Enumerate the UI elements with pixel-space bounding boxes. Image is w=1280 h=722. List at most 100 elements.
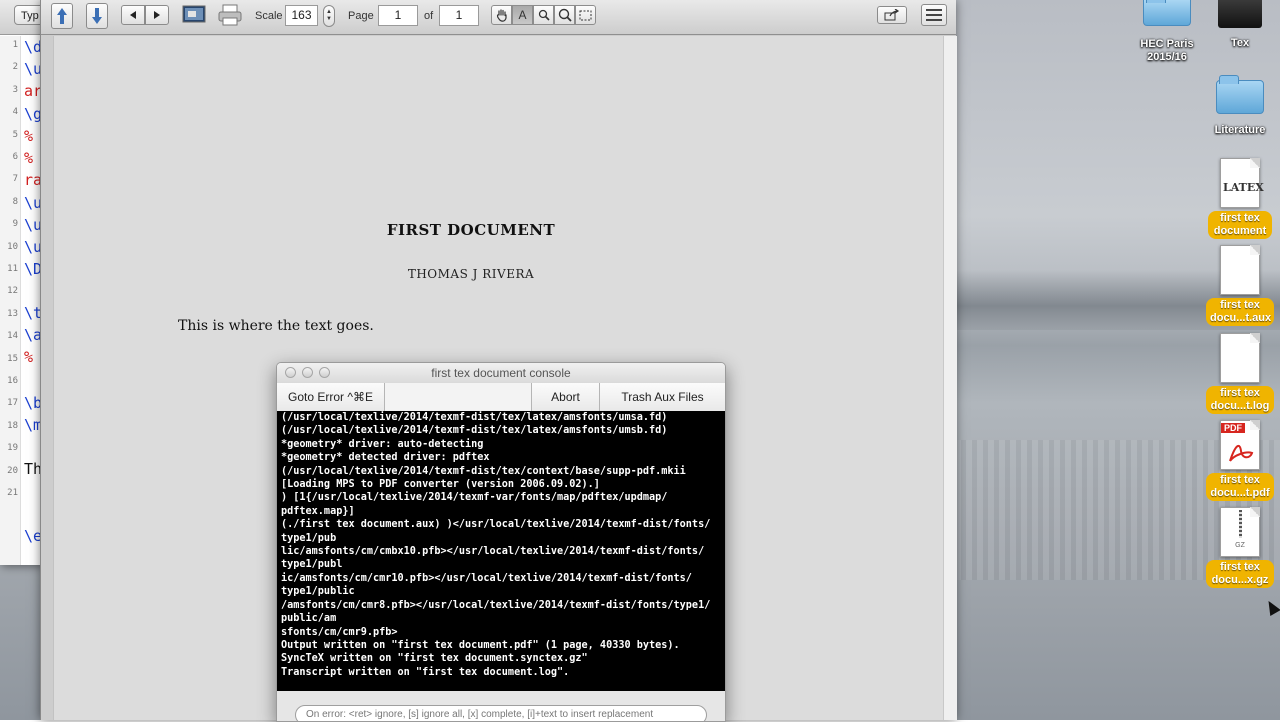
desktop-file-tex[interactable]: LATEX first tex document: [1206, 158, 1274, 239]
desktop-folder-literature[interactable]: Literature: [1208, 75, 1272, 137]
console-input-bar: On error: <ret> ignore, [s] ignore all, …: [277, 691, 725, 721]
editor-toolbar: Typ: [0, 0, 44, 35]
line-number: 19: [7, 443, 18, 454]
code-line: %: [24, 127, 34, 145]
goto-error-button[interactable]: Goto Error ^⌘E: [277, 383, 385, 411]
triangle-left-icon: [130, 11, 136, 19]
code-line: %: [24, 348, 34, 366]
hand-icon: [496, 8, 507, 22]
pdf-acrobat-icon: [1229, 444, 1254, 462]
next-error-button[interactable]: [86, 3, 108, 29]
code-line: %: [24, 149, 34, 167]
console-titlebar[interactable]: first tex document console: [277, 363, 725, 384]
console-log-line: (/usr/local/texlive/2014/texmf-dist/tex/…: [281, 412, 668, 423]
scale-stepper[interactable]: ▲ ▼: [323, 5, 335, 27]
console-log-line: SyncTeX written on "first tex document.s…: [281, 653, 588, 665]
blank-file-icon: [1220, 245, 1260, 295]
list-icon: [926, 9, 942, 21]
zoom-tool-button[interactable]: [554, 5, 575, 25]
line-number: 2: [12, 62, 18, 73]
chevron-up-icon: ▲: [326, 9, 332, 15]
trash-aux-files-button[interactable]: Trash Aux Files: [600, 383, 725, 411]
desktop-file-log-label: first tex docu...t.log: [1206, 386, 1274, 414]
console-input[interactable]: On error: <ret> ignore, [s] ignore all, …: [295, 705, 707, 721]
console-log-line: ) [1{/usr/local/texlive/2014/texmf-var/f…: [281, 492, 668, 504]
page-total-field: 1: [439, 5, 479, 26]
console-log-line: (/usr/local/texlive/2014/texmf-dist/tex/…: [281, 425, 668, 437]
line-number: 20: [7, 465, 18, 476]
scale-label: Scale: [255, 10, 283, 22]
console-log[interactable]: (/usr/local/texlive/2014/texmf-dist/tex/…: [277, 411, 725, 691]
code-line: \e: [24, 527, 40, 545]
line-number: 21: [7, 488, 18, 498]
line-number: 7: [12, 174, 18, 185]
chevron-down-icon: ▼: [326, 16, 332, 22]
console-log-line: *geometry* driver: auto-detecting: [281, 438, 484, 450]
dashed-rectangle-icon: [579, 10, 592, 20]
abort-button[interactable]: Abort: [532, 383, 600, 411]
document-author: THOMAS J RIVERA: [407, 267, 535, 281]
triangle-right-icon: [154, 11, 160, 19]
desktop-folder-hec-label: HEC Paris 2015/16: [1140, 38, 1194, 63]
zipper-icon: [1239, 510, 1242, 538]
page-label: Page: [348, 10, 374, 22]
pdf-file-icon: PDF: [1220, 420, 1260, 470]
console-log-line: type1/pub: [281, 532, 337, 544]
desktop-file-gz[interactable]: GZ first tex docu...x.gz: [1204, 507, 1276, 588]
desktop-file-aux[interactable]: first tex docu...t.aux: [1204, 245, 1276, 326]
previous-error-button[interactable]: [51, 3, 73, 29]
console-log-line: [Loading MPS to PDF converter (version 2…: [281, 479, 600, 491]
source-editor-window: Typ 1 2 3 4 5 6 7 8 9 10 11 12 13 14 15 16 17 18 19 20 21 \d…: [0, 0, 44, 565]
console-log-line: public/am: [281, 613, 337, 625]
page-back-button[interactable]: [121, 5, 145, 25]
marquee-select-tool-button[interactable]: [575, 5, 596, 25]
printer-icon: [218, 4, 242, 26]
code-line: \u: [24, 60, 40, 78]
toolbar-menu-button[interactable]: [921, 4, 947, 26]
magnifier-small-icon: [538, 9, 550, 21]
line-number: 14: [7, 331, 18, 342]
typeset-preview-button[interactable]: [181, 4, 207, 26]
tex-file-icon: LATEX: [1220, 158, 1264, 208]
of-label: of: [424, 10, 434, 22]
desktop-file-pdf[interactable]: PDF first tex docu...t.pdf: [1204, 420, 1276, 501]
preview-toolbar: Scale 163 ▲ ▼ Page 1 of 1 A: [41, 0, 956, 35]
print-button[interactable]: [217, 3, 243, 27]
scale-field[interactable]: 163: [285, 5, 318, 26]
desktop-folder-tex[interactable]: Tex: [1212, 0, 1268, 50]
line-number: 4: [12, 107, 18, 118]
magnifier-large-icon: [558, 8, 572, 22]
scroll-tool-button[interactable]: [491, 5, 512, 25]
code-line: \g: [24, 105, 40, 123]
console-log-line: (/usr/local/texlive/2014/texmf-dist/tex/…: [281, 465, 686, 477]
console-log-line: lic/amsfonts/cm/cmbx10.pfb></usr/local/t…: [281, 546, 705, 558]
line-number: 18: [7, 420, 18, 431]
arrow-down-icon: [92, 8, 102, 24]
tex-folder-icon: [1218, 0, 1262, 28]
page-forward-button[interactable]: [145, 5, 169, 25]
line-number: 6: [12, 152, 18, 162]
line-number: 16: [7, 376, 18, 386]
console-log-line: Output written on "first tex document.pd…: [281, 639, 680, 651]
code-line: \d: [24, 38, 40, 56]
magnify-tool-button[interactable]: [533, 5, 554, 25]
page-field[interactable]: 1: [378, 5, 418, 26]
line-number: 3: [12, 84, 18, 95]
line-number: 15: [7, 353, 18, 364]
share-button[interactable]: [877, 6, 907, 24]
vertical-scrollbar[interactable]: [943, 36, 957, 720]
console-log-line: Transcript written on "first tex documen…: [281, 666, 570, 678]
gz-file-icon-text: GZ: [1235, 542, 1245, 549]
document-title: FIRST DOCUMENT: [386, 221, 556, 239]
gz-file-icon: GZ: [1220, 507, 1260, 557]
code-line: Th: [24, 460, 40, 478]
text-select-tool-button[interactable]: A: [512, 5, 533, 25]
desktop-file-log[interactable]: first tex docu...t.log: [1204, 333, 1276, 414]
console-log-line: (./first tex document.aux) )</usr/local/…: [281, 519, 711, 531]
line-number: 13: [7, 308, 18, 319]
tex-file-icon-text: LATEX: [1223, 181, 1264, 194]
code-line: \a: [24, 326, 40, 344]
arrow-up-icon: [57, 8, 67, 24]
desktop-file-gz-label: first tex docu...x.gz: [1206, 560, 1274, 588]
desktop-folder-hec[interactable]: HEC Paris 2015/16: [1136, 0, 1198, 64]
